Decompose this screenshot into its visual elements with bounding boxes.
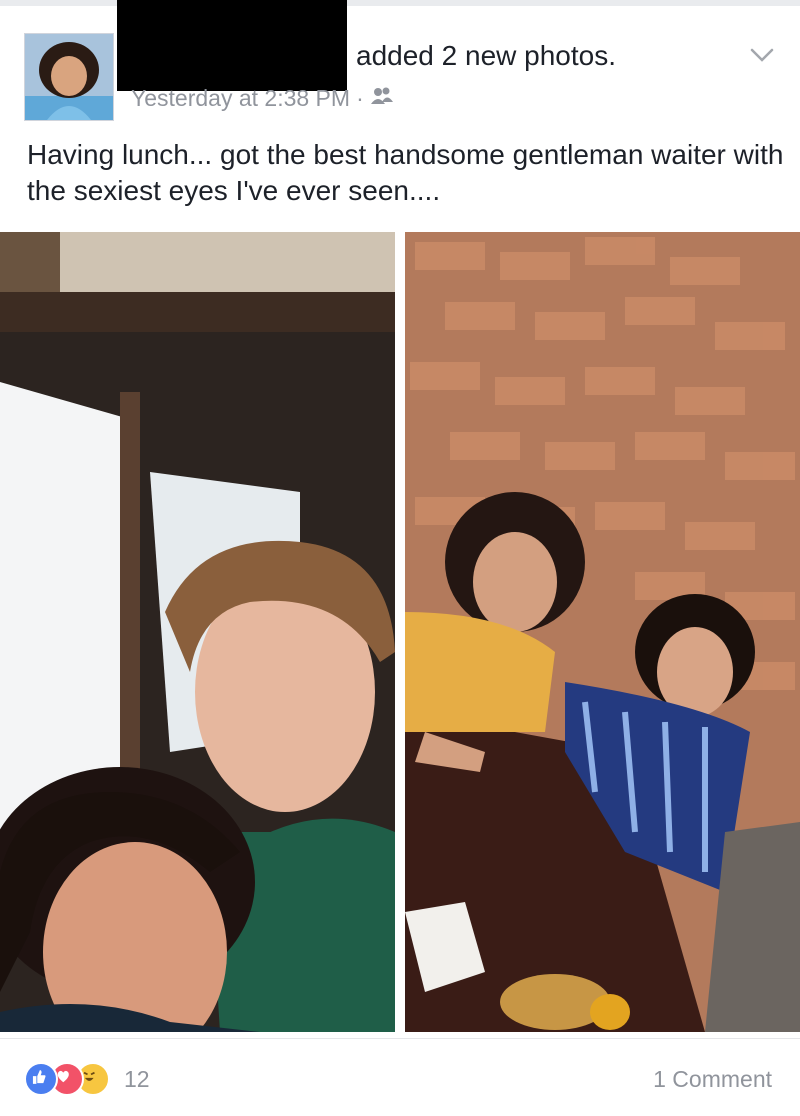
author-avatar[interactable]: [24, 33, 114, 121]
post-options-chevron-icon[interactable]: [746, 44, 778, 66]
comment-count-link[interactable]: 1 Comment: [653, 1066, 772, 1093]
photo-selfie[interactable]: [0, 232, 395, 1032]
avatar-image: [25, 34, 113, 120]
post-meta: Yesterday at 2:38 PM ·: [131, 85, 394, 112]
post-timestamp[interactable]: Yesterday at 2:38 PM: [131, 85, 350, 112]
reactions-summary[interactable]: 12: [24, 1062, 150, 1096]
reaction-count: 12: [124, 1065, 150, 1092]
meta-separator: ·: [356, 85, 364, 111]
footer-divider: [0, 1038, 800, 1039]
post-headline: added 2 new photos.: [356, 40, 616, 71]
friends-icon[interactable]: [370, 85, 394, 112]
photo-table[interactable]: [405, 232, 800, 1032]
post-text: Having lunch... got the best handsome ge…: [27, 139, 784, 206]
redacted-author-name: [117, 0, 347, 91]
like-icon: [24, 1062, 58, 1096]
